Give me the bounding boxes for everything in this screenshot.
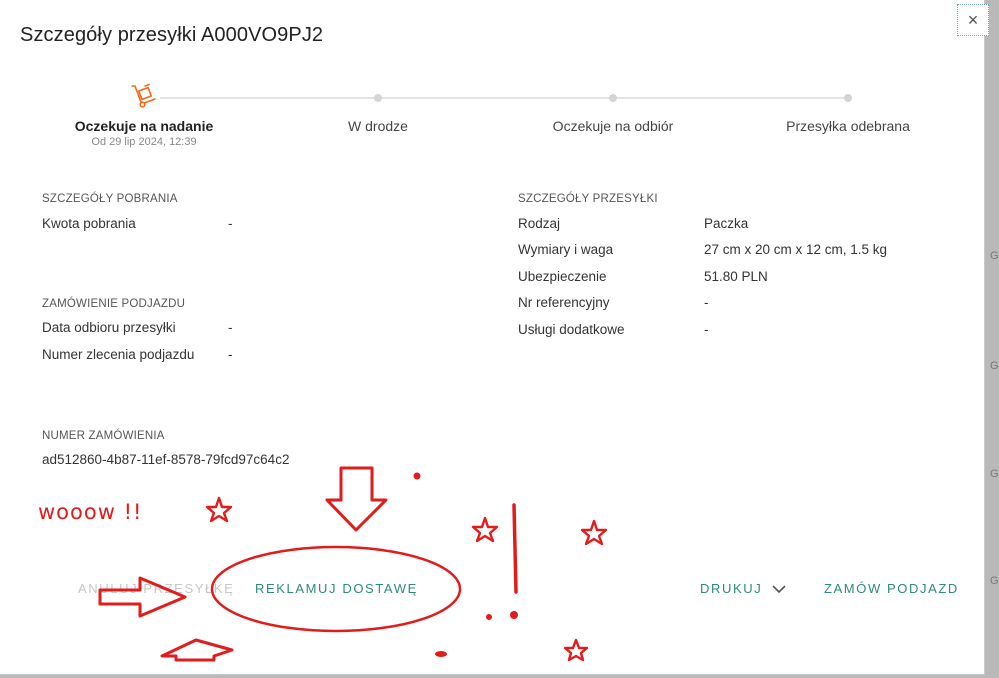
stepper-track (160, 97, 850, 99)
shipment-details-modal: Szczegóły przesyłki A000VO9PJ2 × Oczekuj… (0, 0, 989, 675)
background-fragment: G (990, 360, 999, 372)
close-icon: × (967, 9, 979, 30)
step-label-awaiting-shipment: Oczekuje na nadanie (74, 118, 214, 134)
reference-number-value: - (704, 295, 709, 310)
insurance-value: 51.80 PLN (704, 269, 768, 284)
order-number-value: ad512860-4b87-11ef-8578-79fcd97c64c2 (42, 452, 290, 467)
step-dot-delivered (844, 94, 852, 102)
background-fragment: G (990, 468, 999, 480)
step-label-delivered: Przesyłka odebrana (786, 118, 910, 134)
step-dot-in-transit (374, 94, 382, 102)
order-number-heading: NUMER ZAMÓWIENIA (42, 430, 165, 442)
step-label-in-transit: W drodze (348, 118, 408, 134)
shipment-type-label: Rodzaj (518, 216, 561, 231)
print-button[interactable]: DRUKUJ (700, 581, 786, 596)
annotation-text: wooow !! (38, 500, 143, 524)
order-pickup-button[interactable]: ZAMÓW PODJAZD (824, 581, 959, 596)
background-fragment: G (990, 250, 999, 262)
modal-title: Szczegóły przesyłki A000VO9PJ2 (20, 24, 324, 46)
extra-services-value: - (704, 322, 709, 337)
report-delivery-complaint-button[interactable]: REKLAMUJ DOSTAWĘ (255, 581, 418, 596)
pickup-date-value: - (228, 320, 233, 335)
step-date: Od 29 lip 2024, 12:39 (91, 136, 197, 148)
cancel-shipment-button[interactable]: ANULUJ PRZESYŁKĘ (78, 581, 234, 596)
chevron-down-icon (772, 585, 786, 594)
pickup-order-number-label: Numer zlecenia podjazdu (42, 347, 195, 362)
insurance-label: Ubezpieczenie (518, 269, 607, 284)
cod-heading: SZCZEGÓŁY POBRANIA (42, 193, 178, 205)
cod-amount-label: Kwota pobrania (42, 216, 136, 231)
dimensions-label: Wymiary i waga (518, 242, 614, 257)
pickup-date-label: Data odbioru przesyłki (42, 320, 176, 335)
step-dot-awaiting-pickup (609, 94, 617, 102)
close-button[interactable]: × (957, 4, 989, 36)
pickup-order-number-value: - (228, 347, 233, 362)
pickup-heading: ZAMÓWIENIE PODJAZDU (42, 298, 186, 310)
extra-services-label: Usługi dodatkowe (518, 322, 625, 337)
step-label-awaiting-pickup: Oczekuje na odbiór (552, 118, 674, 134)
dimensions-value: 27 cm x 20 cm x 12 cm, 1.5 kg (704, 242, 888, 257)
cod-amount-value: - (228, 216, 233, 231)
shipment-heading: SZCZEGÓŁY PRZESYŁKI (518, 193, 658, 205)
shipment-type-value: Paczka (704, 216, 749, 231)
background-fragment: G (990, 575, 999, 587)
hand-truck-icon (131, 83, 156, 108)
reference-number-label: Nr referencyjny (518, 295, 610, 310)
print-label: DRUKUJ (700, 581, 763, 596)
